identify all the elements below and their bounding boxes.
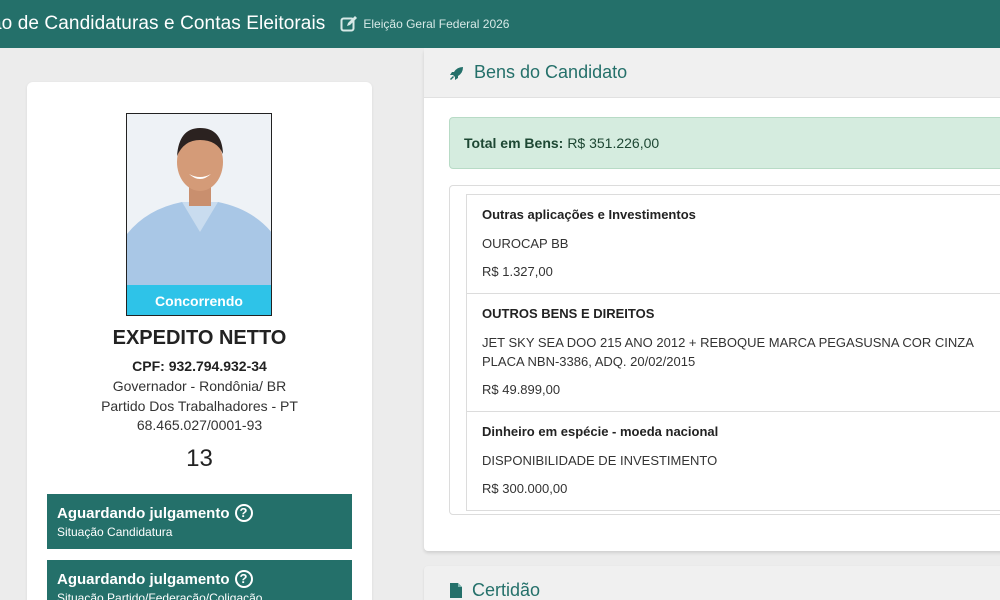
candidate-name: EXPEDITO NETTO: [112, 327, 287, 349]
certificate-title: Certidão: [472, 580, 541, 600]
total-label: Total em Bens:: [464, 135, 564, 151]
asset-type: Dinheiro em espécie - moeda nacional: [482, 424, 719, 439]
status-candidacy: Aguardando julgamento ? Situação Candida…: [47, 494, 352, 549]
assets-panel: Bens do Candidato Total em Bens: R$ 351.…: [424, 48, 1000, 551]
status-title: Aguardando julgamento: [57, 570, 230, 588]
asset-description: OUROCAP BB: [482, 236, 569, 251]
candidate-party: Partido Dos Trabalhadores - PT: [101, 398, 298, 414]
candidate-cpf: CPF: 932.794.932-34: [132, 358, 267, 374]
certificate-panel[interactable]: Certidão: [424, 566, 1000, 600]
status-subtitle: Situação Candidatura: [57, 525, 173, 539]
total-value: R$ 351.226,00: [567, 135, 660, 151]
assets-title: Bens do Candidato: [474, 62, 628, 82]
file-icon: [450, 583, 462, 598]
help-icon[interactable]: ?: [234, 504, 253, 522]
list-item: OUTROS BENS E DIREITOS JET SKY SEA DOO 2…: [467, 294, 1000, 412]
rocket-icon: [450, 66, 463, 80]
status-party: Aguardando julgamento ? Situação Partido…: [47, 560, 352, 600]
assets-header: Bens do Candidato: [424, 48, 1000, 98]
candidate-card: Concorrendo EXPEDITO NETTO CPF: 932.794.…: [27, 82, 372, 600]
election-label: Eleição Geral Federal 2026: [363, 17, 510, 31]
page-title: ão de Candidaturas e Contas Eleitorais: [0, 13, 326, 34]
asset-value: R$ 1.327,00: [482, 264, 553, 279]
status-subtitle: Situação Partido/Federação/Coligação: [57, 591, 263, 600]
candidate-cnpj: 68.465.027/0001-93: [136, 417, 263, 433]
asset-description: DISPONIBILIDADE DE INVESTIMENTO: [482, 453, 718, 468]
top-bar: ão de Candidaturas e Contas Eleitorais E…: [0, 0, 1000, 48]
asset-value: R$ 300.000,00: [482, 481, 568, 496]
status-title: Aguardando julgamento: [57, 504, 230, 522]
assets-list-container: Outras aplicações e Investimentos OUROCA…: [449, 185, 1000, 515]
candidate-number: 13: [186, 445, 213, 472]
list-item: Dinheiro em espécie - moeda nacional DIS…: [467, 412, 1000, 511]
asset-description: JET SKY SEA DOO 215 ANO 2012 + REBOQUE M…: [482, 335, 974, 369]
total-assets-box: Total em Bens: R$ 351.226,00: [449, 117, 1000, 169]
candidate-photo: Concorrendo: [126, 113, 272, 316]
help-icon[interactable]: ?: [234, 570, 253, 588]
asset-type: Outras aplicações e Investimentos: [482, 207, 696, 222]
asset-value: R$ 49.899,00: [482, 382, 561, 397]
assets-list: Outras aplicações e Investimentos OUROCA…: [466, 194, 1000, 511]
list-item: Outras aplicações e Investimentos OUROCA…: [467, 195, 1000, 294]
edit-icon[interactable]: [340, 15, 358, 33]
status-badge: Concorrendo: [127, 285, 271, 315]
asset-type: OUTROS BENS E DIREITOS: [482, 306, 655, 321]
candidate-office: Governador - Rondônia/ BR: [112, 378, 287, 394]
